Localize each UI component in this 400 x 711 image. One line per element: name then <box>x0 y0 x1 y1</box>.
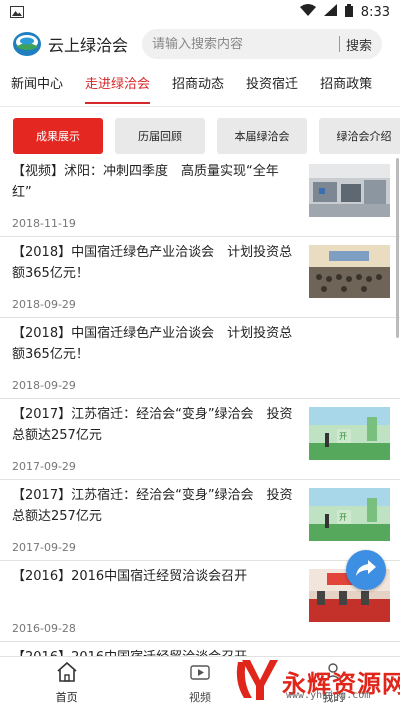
article-title: 【2017】江苏宿迁：经洽会“变身”绿洽会 投资总额达257亿元 <box>12 488 293 524</box>
video-icon <box>189 662 211 685</box>
article-title: 【视频】沭阳：冲刺四季度 高质量实现“全年红” <box>12 164 279 200</box>
article-thumbnail: 开 <box>309 407 390 460</box>
watermark: 永辉资源网 www.yhkjjg.com <box>230 652 400 710</box>
nav-video-label: 视频 <box>188 691 211 704</box>
logo-icon <box>12 29 42 59</box>
battery-icon <box>344 3 353 21</box>
search-button[interactable]: 搜索 <box>346 35 372 54</box>
article-date: 2018-09-29 <box>12 298 76 311</box>
article-date: 2016-09-28 <box>12 622 76 635</box>
article-date: 2017-09-29 <box>12 460 76 473</box>
search-divider <box>339 36 340 52</box>
nav-home[interactable]: 首页 <box>0 657 133 711</box>
sub-category-buttons: 成果展示 历届回顾 本届绿洽会 绿洽会介绍 <box>0 118 400 156</box>
category-tabs: 新闻中心 走进绿洽会 招商动态 投资宿迁 招商政策 <box>0 66 400 106</box>
app-logo[interactable]: 云上绿洽会 <box>12 29 128 59</box>
tab-investment-policy[interactable]: 招商政策 <box>309 66 383 106</box>
tab-divider <box>0 106 400 107</box>
list-item[interactable]: 【2016】2016中国宿迁经贸洽谈会召开 2016-09-28 <box>0 561 400 642</box>
list-item[interactable]: 【视频】沭阳：冲刺四季度 高质量实现“全年红” 2018-11-19 <box>0 156 400 237</box>
article-title: 【2018】中国宿迁绿色产业洽谈会 计划投资总额365亿元！ <box>12 245 293 281</box>
status-bar: 8:33 <box>0 0 400 24</box>
share-arrow-icon <box>355 558 377 582</box>
subtab-current-fair-button[interactable]: 本届绿洽会 <box>217 118 307 154</box>
article-title: 【2017】江苏宿迁：经洽会“变身”绿洽会 投资总额达257亿元 <box>12 407 293 443</box>
tab-invest-suqian[interactable]: 投资宿迁 <box>235 66 309 106</box>
tab-investment-news[interactable]: 招商动态 <box>161 66 235 106</box>
subtab-past-review-button[interactable]: 历届回顾 <box>115 118 205 154</box>
search-bar: 搜索 <box>142 29 383 59</box>
home-icon <box>56 661 78 685</box>
watermark-logo-icon <box>230 656 282 706</box>
clock-time: 8:33 <box>360 4 390 20</box>
article-date: 2018-09-29 <box>12 379 76 392</box>
article-thumbnail <box>309 245 390 298</box>
subtab-fair-intro-button[interactable]: 绿洽会介绍 <box>319 118 400 154</box>
article-thumbnail <box>309 164 390 217</box>
tab-about-fair[interactable]: 走进绿洽会 <box>74 66 161 106</box>
article-date: 2017-09-29 <box>12 541 76 554</box>
image-icon <box>10 3 24 22</box>
list-item[interactable]: 【2017】江苏宿迁：经洽会“变身”绿洽会 投资总额达257亿元 2017-09… <box>0 480 400 561</box>
app-header: 云上绿洽会 搜索 <box>0 24 400 64</box>
article-list: 【视频】沭阳：冲刺四季度 高质量实现“全年红” 2018-11-19 【2018… <box>0 156 400 656</box>
list-item[interactable]: 【2017】江苏宿迁：经洽会“变身”绿洽会 投资总额达257亿元 2017-09… <box>0 399 400 480</box>
article-date: 2018-11-19 <box>12 217 76 230</box>
tab-news-center[interactable]: 新闻中心 <box>0 66 74 106</box>
article-title: 【2018】中国宿迁绿色产业洽谈会 计划投资总额365亿元！ <box>12 326 293 362</box>
list-item[interactable]: 【2018】中国宿迁绿色产业洽谈会 计划投资总额365亿元！ 2018-09-2… <box>0 318 400 399</box>
article-title: 【2016】2016中国宿迁经贸洽谈会召开 <box>12 569 248 584</box>
svg-text:开: 开 <box>339 513 347 522</box>
list-item[interactable]: 【2018】中国宿迁绿色产业洽谈会 计划投资总额365亿元！ 2018-09-2… <box>0 237 400 318</box>
search-input[interactable] <box>152 36 333 52</box>
list-scrollbar[interactable] <box>396 158 399 338</box>
svg-text:开: 开 <box>339 432 347 441</box>
signal-icon <box>323 4 337 20</box>
share-button[interactable] <box>346 550 386 590</box>
watermark-url: www.yhkjjg.com <box>286 690 371 701</box>
wifi-icon <box>299 4 316 20</box>
app-name: 云上绿洽会 <box>48 36 129 55</box>
nav-home-label: 首页 <box>55 691 78 704</box>
subtab-achievements-button[interactable]: 成果展示 <box>13 118 103 154</box>
article-thumbnail: 开 <box>309 488 390 541</box>
